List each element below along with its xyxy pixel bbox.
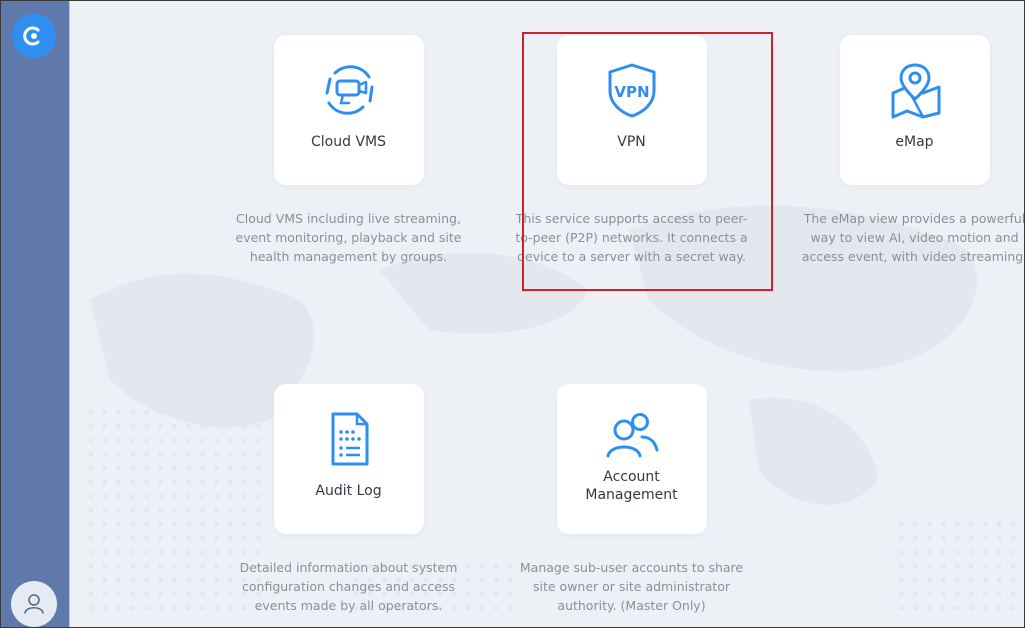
sidebar bbox=[1, 1, 70, 627]
camera-cloud-icon bbox=[325, 65, 373, 115]
tile-title: VPN bbox=[617, 134, 646, 150]
tile-description: This service supports access to peer-to-… bbox=[515, 211, 748, 264]
tile-emap[interactable]: eMap The eMap view provides a powerful w… bbox=[797, 35, 1024, 266]
svg-text:VPN: VPN bbox=[614, 83, 649, 101]
tile-description: Cloud VMS including live streaming, even… bbox=[235, 211, 462, 264]
tile-account-management[interactable]: Account Management Manage sub-user accou… bbox=[514, 384, 749, 615]
map-pin-icon bbox=[891, 63, 940, 119]
card-audit-log[interactable]: Audit Log bbox=[273, 384, 424, 534]
tile-title: Account Management bbox=[585, 469, 678, 503]
vpn-shield-icon: VPN bbox=[608, 63, 655, 118]
card-vpn[interactable]: VPN VPN bbox=[556, 35, 707, 185]
tile-audit-log[interactable]: Audit Log Detailed information about sys… bbox=[231, 384, 466, 615]
tile-title: Audit Log bbox=[315, 483, 382, 499]
tile-title: eMap bbox=[895, 134, 934, 150]
tile-title: Cloud VMS bbox=[311, 134, 386, 150]
tile-description: Manage sub-user accounts to share site o… bbox=[519, 560, 744, 613]
user-icon bbox=[24, 594, 44, 614]
cloud-logo-icon bbox=[23, 26, 40, 46]
tile-description: The eMap view provides a powerful way to… bbox=[801, 211, 1024, 264]
card-account-management[interactable]: Account Management bbox=[556, 384, 707, 534]
users-icon bbox=[606, 413, 658, 458]
app-logo[interactable] bbox=[12, 14, 56, 58]
tile-description: Detailed information about system config… bbox=[239, 560, 458, 613]
user-avatar[interactable] bbox=[11, 581, 57, 627]
card-emap[interactable]: eMap bbox=[839, 35, 990, 185]
tile-cloud-vms[interactable]: Cloud VMS Cloud VMS including live strea… bbox=[231, 35, 466, 266]
tile-vpn[interactable]: VPN VPN This service supports access to … bbox=[514, 35, 749, 266]
document-list-icon bbox=[331, 412, 368, 466]
card-cloud-vms[interactable]: Cloud VMS bbox=[273, 35, 424, 185]
service-grid: Cloud VMS Cloud VMS including live strea… bbox=[70, 1, 1024, 627]
